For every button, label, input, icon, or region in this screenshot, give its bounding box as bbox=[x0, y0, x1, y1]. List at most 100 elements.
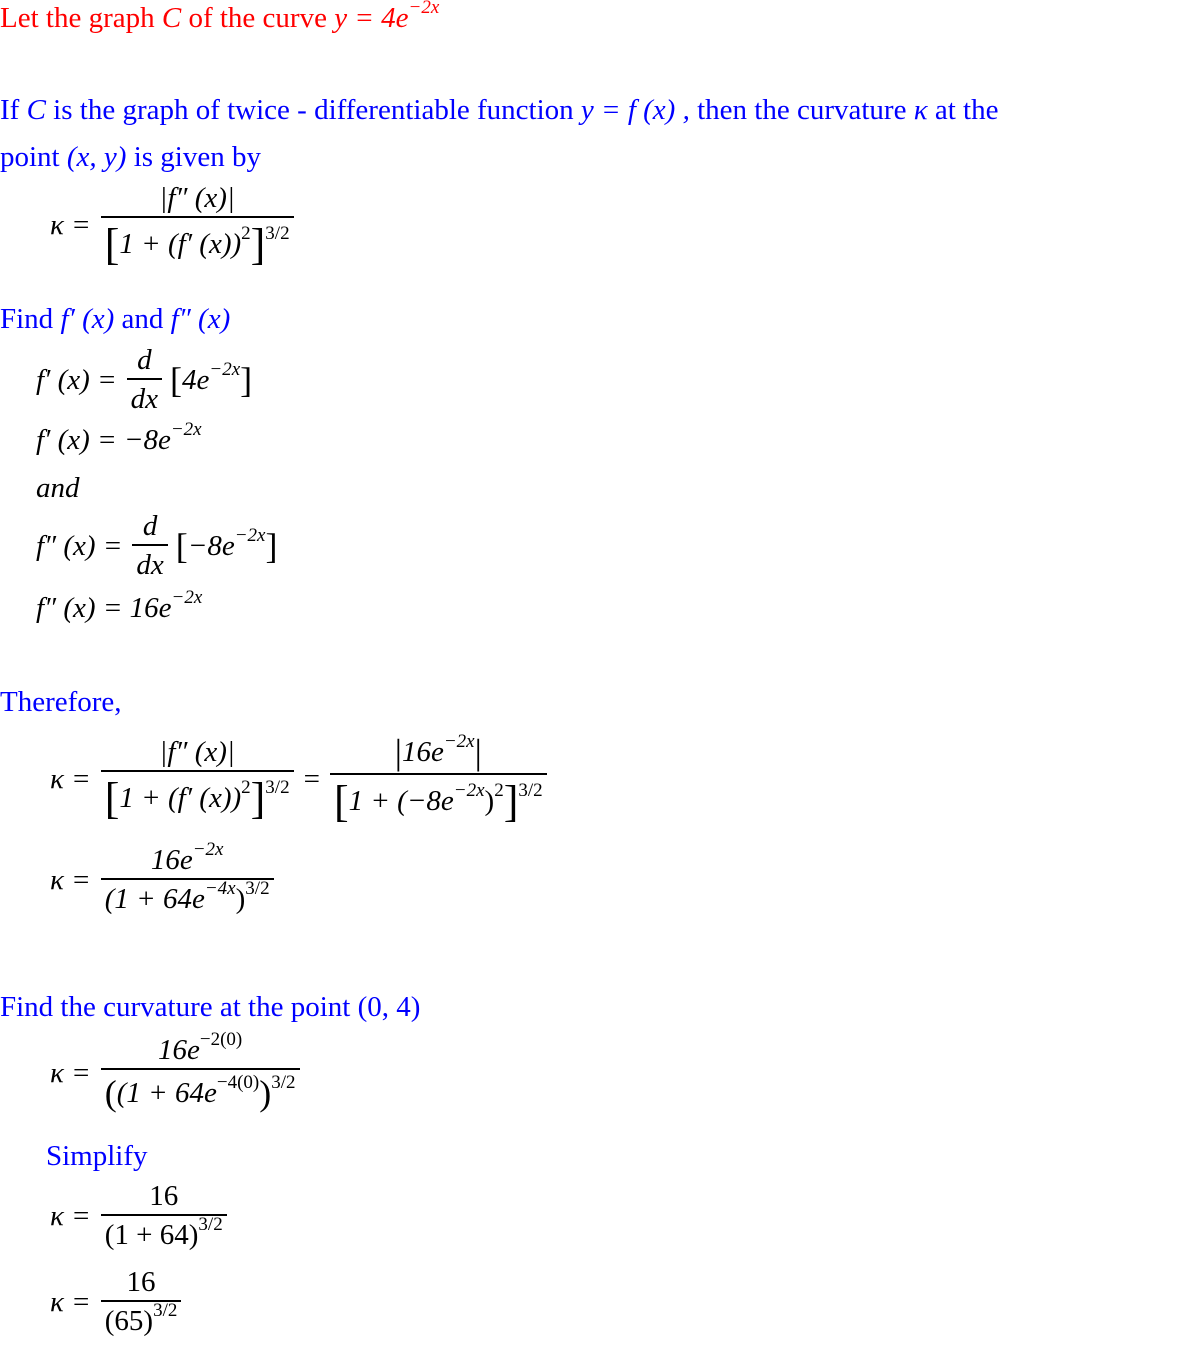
deriv-heading-prefix: Find bbox=[0, 303, 61, 335]
derivatives-heading: Find f′ (x) and f″ (x) bbox=[0, 305, 230, 334]
equals-sign: = bbox=[303, 762, 320, 795]
deriv-heading-f1: f′ (x) bbox=[60, 303, 115, 335]
derivative-step-2: f′ (x) = −8e−2x bbox=[36, 420, 202, 456]
def-suffix: then the curvature bbox=[689, 94, 914, 126]
therefore-den-2-sq: 2 bbox=[494, 780, 504, 801]
evaluate-num-1-exp: −2(0) bbox=[199, 1029, 243, 1050]
def-line2-prefix: point bbox=[0, 141, 67, 173]
evaluate-den-2: (1 + 64)3/2 bbox=[100, 1214, 227, 1251]
intro-exponent: −2x bbox=[408, 0, 440, 18]
therefore-num-1: |f″ (x)| bbox=[159, 735, 235, 768]
therefore-exp-2: 3/2 bbox=[518, 780, 543, 801]
deriv-heading-and: and bbox=[114, 303, 171, 335]
evaluate-den-1-close: ) bbox=[259, 1073, 272, 1113]
def-text: is the graph of twice - differentiable f… bbox=[45, 94, 581, 126]
therefore-equation-1: κ = |f″ (x)| [1 + (f′ (x))2]3/2 = |16e−2… bbox=[50, 731, 547, 824]
step1-ddx: d dx bbox=[126, 344, 163, 414]
therefore-den-2: [1 + (−8e−2x)2]3/2 bbox=[329, 773, 547, 824]
therefore-den-3-body: (1 + 64e bbox=[104, 883, 205, 915]
evaluate-den-1-body: (1 + 64e bbox=[116, 1077, 217, 1109]
def-var-c: C bbox=[26, 94, 46, 126]
evaluate-exp-1: 3/2 bbox=[271, 1072, 296, 1093]
therefore-den-3: (1 + 64e−4x)3/2 bbox=[100, 878, 274, 915]
therefore-exp-3: 3/2 bbox=[245, 878, 270, 899]
formula-fraction: |f″ (x)| [1 + (f′ (x))2]3/2 bbox=[100, 184, 294, 267]
step1-d: d bbox=[137, 344, 152, 376]
evaluate-point: (0, 4) bbox=[357, 991, 421, 1023]
evaluate-equation-1: κ = 16e−2(0) ((1 + 64e−4(0))3/2 bbox=[50, 1030, 300, 1113]
step3-ddx: d dx bbox=[132, 510, 168, 580]
evaluate-num-1-body: 16e bbox=[158, 1034, 200, 1066]
therefore-fraction-3: 16e−2x (1 + 64e−4x)3/2 bbox=[100, 840, 274, 915]
evaluate-num-2: 16 bbox=[149, 1180, 179, 1212]
evaluate-exp-2: 3/2 bbox=[198, 1214, 223, 1235]
var-c: C bbox=[161, 2, 182, 34]
therefore-den-2-inner-exp: −2x bbox=[453, 780, 485, 801]
derivative-step-3: f″ (x) = d dx [−8e−2x] bbox=[36, 512, 278, 580]
therefore-num-3-exp: −2x bbox=[192, 839, 224, 860]
deriv-heading-f2: f″ (x) bbox=[170, 303, 231, 335]
curvature-formula: κ = |f″ (x)| [1 + (f′ (x))2]3/2 bbox=[50, 184, 294, 267]
intro-statement: Let the graph C of the curve y = 4e−2x bbox=[0, 0, 439, 34]
evaluate-num-3: 16 bbox=[126, 1266, 156, 1298]
step1-arg: [4e−2x] bbox=[170, 359, 253, 400]
evaluate-den-1: ((1 + 64e−4(0))3/2 bbox=[100, 1068, 300, 1113]
therefore-num-2: |16e−2x| bbox=[394, 731, 482, 772]
therefore-den-2-body: 1 + (−8e bbox=[348, 785, 454, 817]
step4-exp: −2x bbox=[171, 587, 203, 608]
evaluate-equation-2: κ = 16 (1 + 64)3/2 bbox=[50, 1182, 227, 1250]
evaluate-heading-prefix: Find the curvature at the point bbox=[0, 991, 358, 1023]
therefore-den-1: [1 + (f′ (x))2]3/2 bbox=[100, 769, 294, 821]
def-end: at the bbox=[927, 94, 999, 126]
and-text: and bbox=[36, 472, 80, 504]
simplify-label: Simplify bbox=[46, 1140, 148, 1172]
evaluate-num-1: 16e−2(0) bbox=[154, 1030, 246, 1068]
definition-line-2: point (x, y) is given by bbox=[0, 143, 261, 172]
therefore-fraction-1: |f″ (x)| [1 + (f′ (x))2]3/2 bbox=[100, 735, 294, 821]
evaluate-den-2-body: (1 + 64) bbox=[104, 1219, 199, 1251]
step3-arg-body: −8e bbox=[187, 530, 235, 562]
def-point: (x, y) bbox=[66, 141, 127, 173]
step3-lhs: f″ (x) = bbox=[36, 529, 123, 562]
step3-d: d bbox=[142, 510, 158, 542]
evaluate-lhs-3: κ = bbox=[50, 1285, 91, 1318]
def-line2-suffix: is given by bbox=[126, 141, 261, 173]
step2-exp: −2x bbox=[170, 419, 202, 440]
evaluate-lhs-2: κ = bbox=[50, 1199, 91, 1232]
def-kappa: κ bbox=[913, 94, 928, 126]
therefore-den-2-close: ) bbox=[484, 785, 495, 817]
therefore-den-3-inner-exp: −4x bbox=[204, 878, 236, 899]
therefore-fraction-2: |16e−2x| [1 + (−8e−2x)2]3/2 bbox=[329, 731, 547, 824]
definition-line-1: If C is the graph of twice - differentia… bbox=[0, 96, 998, 125]
evaluate-fraction-2: 16 (1 + 64)3/2 bbox=[100, 1180, 227, 1251]
formula-den-square: 2 bbox=[241, 223, 251, 244]
evaluate-heading: Find the curvature at the point (0, 4) bbox=[0, 993, 420, 1022]
step1-arg-body: 4e bbox=[182, 364, 210, 396]
therefore-heading: Therefore, bbox=[0, 686, 122, 718]
formula-lhs: κ = bbox=[50, 209, 91, 241]
evaluate-den-1-inner-exp: −4(0) bbox=[216, 1072, 260, 1093]
evaluate-equation-3: κ = 16 (65)3/2 bbox=[50, 1266, 182, 1337]
evaluate-fraction-1: 16e−2(0) ((1 + 64e−4(0))3/2 bbox=[100, 1030, 300, 1113]
therefore-den-1-sq: 2 bbox=[241, 776, 251, 798]
evaluate-fraction-3: 16 (65)3/2 bbox=[100, 1266, 182, 1337]
step1-lhs: f′ (x) = bbox=[36, 363, 117, 396]
formula-denominator: [1 + (f′ (x))2]3/2 bbox=[100, 216, 294, 267]
therefore-exp-1: 3/2 bbox=[265, 776, 290, 798]
step2-rhs: −8e bbox=[123, 424, 171, 456]
therefore-num-2-exp: −2x bbox=[443, 731, 475, 752]
step3-dx: dx bbox=[132, 544, 168, 580]
derivative-step-4: f″ (x) = 16e−2x bbox=[36, 588, 202, 623]
step3-arg-exp: −2x bbox=[234, 525, 266, 546]
therefore-num-3: 16e−2x bbox=[147, 840, 228, 878]
step2-lhs: f′ (x) = bbox=[36, 424, 117, 456]
evaluate-den-3-body: (65) bbox=[104, 1305, 154, 1337]
therefore-den-1-body: 1 + (f′ (x)) bbox=[119, 781, 242, 814]
formula-den-body: 1 + (f′ (x)) bbox=[119, 228, 242, 260]
therefore-num-3-body: 16e bbox=[150, 844, 193, 876]
therefore-lhs-2: κ = bbox=[50, 863, 91, 896]
evaluate-exp-3: 3/2 bbox=[153, 1300, 178, 1321]
intro-equation: y = 4e bbox=[334, 2, 409, 34]
def-prefix: If bbox=[0, 94, 27, 126]
intro-prefix: Let the graph bbox=[0, 2, 162, 34]
